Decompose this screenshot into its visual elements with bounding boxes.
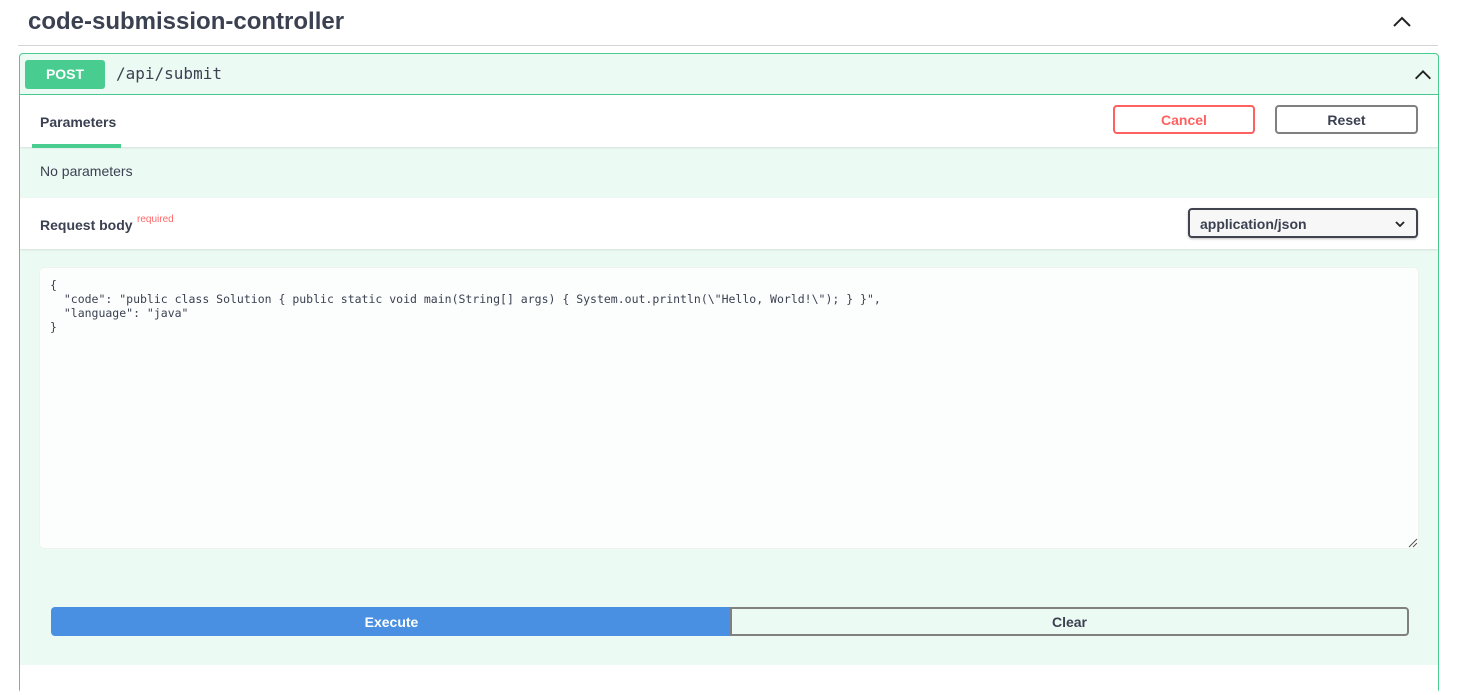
- chevron-up-icon[interactable]: [1390, 10, 1414, 34]
- content-type-select[interactable]: application/json: [1188, 208, 1418, 238]
- operation-path: /api/submit: [116, 64, 222, 83]
- required-badge: required: [137, 214, 174, 225]
- reset-button[interactable]: Reset: [1275, 105, 1418, 134]
- operation-summary[interactable]: POST /api/submit: [20, 54, 1438, 95]
- execute-button[interactable]: Execute: [51, 607, 732, 636]
- content-type-value: application/json: [1200, 216, 1307, 232]
- parameters-header: Parameters Cancel Reset: [20, 95, 1438, 148]
- chevron-down-icon: [1395, 221, 1405, 228]
- responses-section: [20, 665, 1438, 695]
- no-parameters-text: No parameters: [40, 163, 133, 179]
- tag-title: code-submission-controller: [28, 8, 345, 35]
- method-badge: POST: [25, 60, 105, 89]
- chevron-up-icon[interactable]: [1412, 64, 1434, 86]
- resize-grip-icon[interactable]: [1408, 538, 1418, 548]
- tab-parameters-label: Parameters: [40, 114, 117, 130]
- request-body-title: Request body: [40, 217, 133, 233]
- clear-button[interactable]: Clear: [730, 607, 1409, 636]
- operation-block: POST /api/submit Parameters Cancel Reset…: [19, 53, 1439, 695]
- request-body-editor[interactable]: { "code": "public class Solution { publi…: [40, 268, 1418, 548]
- tab-parameters[interactable]: Parameters: [32, 95, 121, 148]
- request-body-header: Request body required application/json: [20, 198, 1438, 249]
- cancel-button[interactable]: Cancel: [1113, 105, 1255, 134]
- tag-header[interactable]: code-submission-controller: [18, 0, 1438, 46]
